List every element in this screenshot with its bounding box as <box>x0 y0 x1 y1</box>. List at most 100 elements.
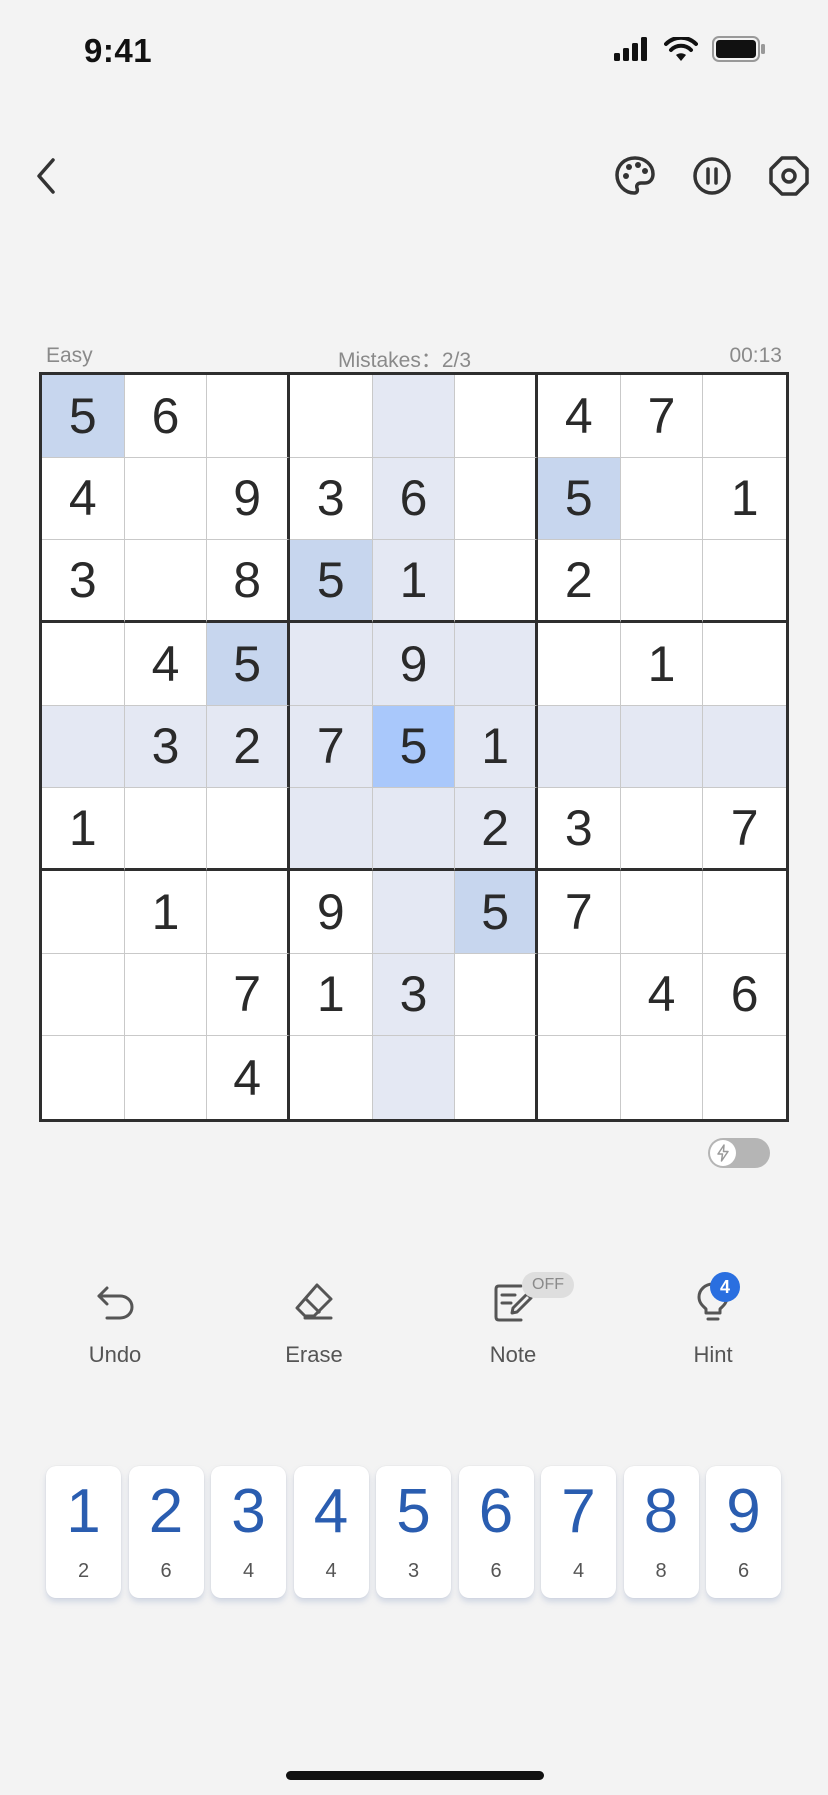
board-cell-r3c4[interactable]: 5 <box>289 540 373 623</box>
board-cell-r5c2[interactable]: 3 <box>124 705 208 789</box>
board-cell-r7c9[interactable] <box>703 871 786 954</box>
board-cell-r7c6[interactable]: 5 <box>455 870 538 954</box>
board-cell-r7c2[interactable]: 1 <box>124 870 208 954</box>
board-cell-r4c3[interactable]: 5 <box>207 622 290 706</box>
number-key-9[interactable]: 96 <box>706 1466 781 1598</box>
board-cell-r8c4[interactable]: 1 <box>289 953 373 1037</box>
board-cell-r6c1[interactable]: 1 <box>42 788 125 871</box>
board-cell-r9c8[interactable] <box>621 1036 704 1119</box>
board-cell-r6c9[interactable]: 7 <box>703 788 786 871</box>
board-cell-r8c2[interactable] <box>124 953 208 1037</box>
board-cell-r2c7[interactable]: 5 <box>537 457 621 541</box>
board-cell-r1c2[interactable]: 6 <box>124 375 208 458</box>
number-key-7[interactable]: 74 <box>541 1466 616 1598</box>
board-cell-r6c3[interactable] <box>207 788 290 871</box>
board-cell-r9c6[interactable] <box>455 1036 538 1119</box>
board-cell-r5c4[interactable]: 7 <box>289 705 373 789</box>
board-cell-r1c1[interactable]: 5 <box>42 375 125 458</box>
battery-icon <box>712 36 765 62</box>
board-cell-r9c5[interactable] <box>372 1036 456 1119</box>
board-cell-r3c5[interactable]: 1 <box>372 540 456 623</box>
board-cell-r4c1[interactable] <box>42 622 125 706</box>
board-cell-r5c9[interactable] <box>703 705 786 789</box>
board-cell-r2c9[interactable]: 1 <box>703 458 786 541</box>
board-cell-r9c3[interactable]: 4 <box>207 1036 290 1119</box>
erase-button[interactable]: Erase <box>239 1270 389 1380</box>
board-cell-r5c6[interactable]: 1 <box>455 705 538 789</box>
board-cell-r1c9[interactable] <box>703 375 786 458</box>
board-cell-r4c7[interactable] <box>537 622 621 706</box>
board-cell-r2c8[interactable] <box>620 457 704 541</box>
board-cell-r5c1[interactable] <box>42 705 125 789</box>
pause-button[interactable] <box>688 152 736 200</box>
board-cell-r3c9[interactable] <box>703 540 786 623</box>
number-key-4[interactable]: 44 <box>293 1466 369 1598</box>
board-cell-r3c2[interactable] <box>124 540 208 623</box>
number-key-8[interactable]: 88 <box>623 1466 699 1598</box>
board-cell-r6c4[interactable] <box>289 788 373 871</box>
board-cell-r2c2[interactable] <box>124 457 208 541</box>
board-cell-r1c8[interactable]: 7 <box>620 375 704 458</box>
board-cell-r6c8[interactable] <box>620 788 704 871</box>
board-cell-r9c7[interactable] <box>538 1036 621 1119</box>
board-cell-r9c1[interactable] <box>42 1036 125 1119</box>
board-cell-r7c8[interactable] <box>620 870 704 954</box>
board-cell-r8c3[interactable]: 7 <box>207 953 290 1037</box>
board-cell-r4c4[interactable] <box>289 622 373 706</box>
board-cell-r1c3[interactable] <box>207 375 290 458</box>
board-cell-r8c7[interactable] <box>537 953 621 1037</box>
board-cell-r6c2[interactable] <box>124 788 208 871</box>
board-cell-r5c7[interactable] <box>537 705 621 789</box>
board-cell-r4c6[interactable] <box>455 622 538 706</box>
fast-mode-toggle[interactable] <box>708 1138 770 1168</box>
board-cell-r9c2[interactable] <box>125 1036 208 1119</box>
board-cell-r2c3[interactable]: 9 <box>207 457 290 541</box>
undo-button[interactable]: Undo <box>40 1270 190 1380</box>
toggle-knob <box>710 1140 736 1166</box>
board-cell-r4c9[interactable] <box>703 623 786 706</box>
board-cell-r8c6[interactable] <box>455 953 538 1037</box>
board-cell-r6c6[interactable]: 2 <box>455 788 538 871</box>
board-cell-r2c6[interactable] <box>455 457 538 541</box>
back-button[interactable] <box>20 150 72 202</box>
number-key-3[interactable]: 34 <box>211 1466 286 1598</box>
board-cell-r1c6[interactable] <box>455 375 538 458</box>
board-cell-r5c5[interactable]: 5 <box>372 705 456 789</box>
board-cell-r5c8[interactable] <box>620 705 704 789</box>
board-cell-r1c4[interactable] <box>289 375 373 458</box>
board-cell-r7c3[interactable] <box>207 870 290 954</box>
board-cell-r3c7[interactable]: 2 <box>537 540 621 623</box>
board-cell-r2c1[interactable]: 4 <box>42 457 125 541</box>
number-key-6[interactable]: 66 <box>458 1466 534 1598</box>
board-cell-r7c1[interactable] <box>42 870 125 954</box>
board-cell-r5c3[interactable]: 2 <box>207 705 290 789</box>
number-key-5[interactable]: 53 <box>376 1466 451 1598</box>
board-cell-r9c9[interactable] <box>703 1036 786 1119</box>
cellular-signal-icon <box>614 37 647 61</box>
board-cell-r4c5[interactable]: 9 <box>372 622 456 706</box>
theme-button[interactable] <box>611 152 659 200</box>
board-cell-r6c5[interactable] <box>372 788 456 871</box>
board-cell-r7c5[interactable] <box>372 870 456 954</box>
board-cell-r4c8[interactable]: 1 <box>620 622 704 706</box>
board-cell-r3c3[interactable]: 8 <box>207 540 290 623</box>
board-cell-r8c5[interactable]: 3 <box>372 953 456 1037</box>
board-cell-r3c1[interactable]: 3 <box>42 540 125 623</box>
board-cell-r2c5[interactable]: 6 <box>372 457 456 541</box>
number-key-1[interactable]: 12 <box>46 1466 121 1598</box>
board-cell-r4c2[interactable]: 4 <box>124 622 208 706</box>
board-cell-r9c4[interactable] <box>290 1036 373 1119</box>
board-cell-r8c8[interactable]: 4 <box>620 953 704 1037</box>
board-cell-r6c7[interactable]: 3 <box>537 788 621 871</box>
settings-button[interactable] <box>765 152 813 200</box>
board-cell-r3c8[interactable] <box>620 540 704 623</box>
board-cell-r7c7[interactable]: 7 <box>537 870 621 954</box>
board-cell-r1c7[interactable]: 4 <box>537 375 621 458</box>
board-cell-r2c4[interactable]: 3 <box>289 457 373 541</box>
board-cell-r7c4[interactable]: 9 <box>289 870 373 954</box>
board-cell-r8c1[interactable] <box>42 953 125 1037</box>
number-key-2[interactable]: 26 <box>128 1466 204 1598</box>
board-cell-r1c5[interactable] <box>372 375 456 458</box>
board-cell-r8c9[interactable]: 6 <box>703 954 786 1037</box>
board-cell-r3c6[interactable] <box>455 540 538 623</box>
